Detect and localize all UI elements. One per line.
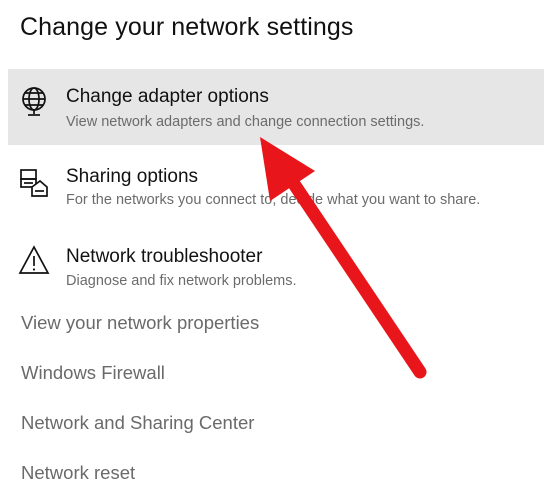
- view-network-properties-link[interactable]: View your network properties: [21, 312, 259, 334]
- change-adapter-options-title: Change adapter options: [66, 86, 269, 107]
- network-reset-link[interactable]: Network reset: [21, 462, 135, 484]
- change-adapter-options-item[interactable]: Change adapter options View network adap…: [8, 69, 544, 145]
- network-troubleshooter-title: Network troubleshooter: [66, 246, 263, 267]
- windows-firewall-link[interactable]: Windows Firewall: [21, 362, 165, 384]
- sharing-options-description: For the networks you connect to, decide …: [66, 192, 481, 208]
- network-troubleshooter-description: Diagnose and fix network problems.: [66, 273, 297, 289]
- page-title: Change your network settings: [20, 13, 354, 41]
- network-troubleshooter-item[interactable]: Network troubleshooter Diagnose and fix …: [8, 230, 544, 296]
- warning-icon: [18, 244, 50, 276]
- globe-icon: [18, 86, 50, 118]
- sharing-icon: [18, 166, 50, 198]
- sharing-options-item[interactable]: Sharing options For the networks you con…: [8, 150, 544, 226]
- change-adapter-options-description: View network adapters and change connect…: [66, 114, 425, 130]
- network-and-sharing-center-link[interactable]: Network and Sharing Center: [21, 412, 254, 434]
- sharing-options-title: Sharing options: [66, 166, 199, 187]
